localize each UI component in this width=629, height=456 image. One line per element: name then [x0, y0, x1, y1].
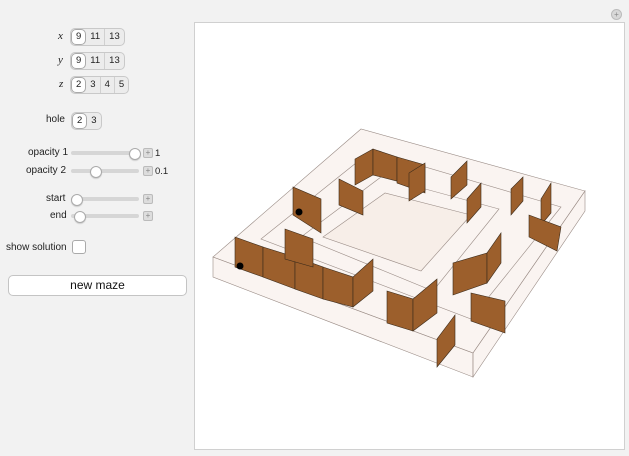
end-plus-icon[interactable]: + [143, 211, 153, 221]
y-option-11[interactable]: 11 [86, 53, 106, 69]
y-label: y [58, 54, 63, 66]
show-solution-checkbox[interactable] [72, 240, 86, 254]
new-maze-button[interactable]: new maze [8, 275, 187, 296]
opacity1-thumb[interactable] [129, 148, 141, 160]
x-setter: 9 11 13 [70, 28, 125, 46]
opacity2-slider[interactable] [71, 169, 139, 173]
start-label: start [46, 193, 66, 204]
opacity2-thumb[interactable] [90, 166, 102, 178]
z-option-4[interactable]: 4 [101, 77, 115, 93]
z-option-5[interactable]: 5 [115, 77, 128, 93]
opacity1-label: opacity 1 [28, 147, 69, 158]
start-thumb[interactable] [71, 194, 83, 206]
z-setter: 2 3 4 5 [70, 76, 130, 94]
y-setter: 9 11 13 [70, 52, 125, 70]
plus-icon[interactable]: + [611, 9, 622, 20]
x-option-9[interactable]: 9 [71, 29, 87, 45]
opacity2-label: opacity 2 [26, 165, 67, 176]
x-label: x [58, 30, 63, 42]
end-label: end [50, 210, 67, 221]
opacity2-value: 0.1 [155, 166, 169, 177]
z-option-3[interactable]: 3 [86, 77, 101, 93]
end-marker [295, 208, 303, 216]
opacity2-plus-icon[interactable]: + [143, 166, 153, 176]
hole-option-2[interactable]: 2 [72, 113, 88, 129]
maze-3d-view[interactable] [194, 22, 625, 450]
hole-setter: 2 3 [71, 112, 102, 130]
z-option-2[interactable]: 2 [71, 77, 87, 93]
opacity1-plus-icon[interactable]: + [143, 148, 153, 158]
hole-label: hole [46, 114, 65, 125]
end-thumb[interactable] [74, 211, 86, 223]
control-panel: x 9 11 13 y 9 11 13 z 2 3 4 5 hole 2 3 o… [0, 0, 194, 456]
y-option-13[interactable]: 13 [105, 53, 124, 69]
x-option-13[interactable]: 13 [105, 29, 124, 45]
show-solution-label: show solution [6, 242, 67, 253]
x-option-11[interactable]: 11 [86, 29, 106, 45]
z-label: z [59, 78, 64, 90]
hole-option-3[interactable]: 3 [87, 113, 100, 129]
maze-graphic [212, 128, 586, 378]
opacity1-value: 1 [155, 148, 161, 159]
start-marker [236, 262, 244, 270]
y-option-9[interactable]: 9 [71, 53, 87, 69]
start-plus-icon[interactable]: + [143, 194, 153, 204]
